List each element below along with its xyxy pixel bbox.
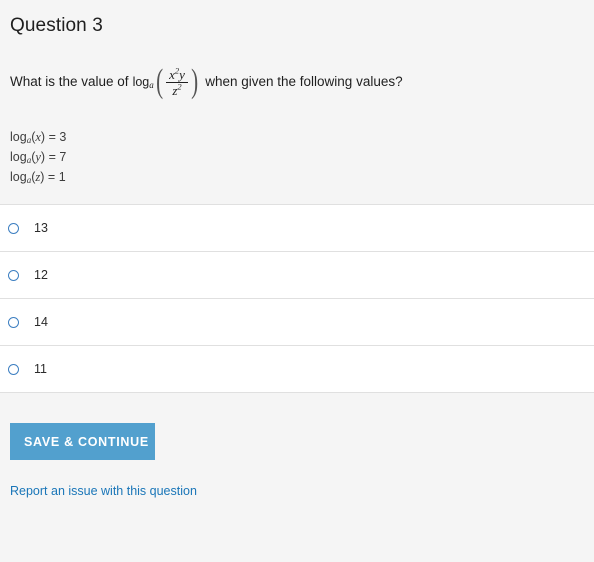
numerator-var-y: y xyxy=(179,66,185,82)
answer-option-row[interactable]: 14 xyxy=(0,299,594,346)
answer-option-label: 12 xyxy=(34,268,48,282)
fraction-denominator: z2 xyxy=(169,81,184,97)
close-paren: ) xyxy=(191,62,199,100)
radio-button-icon[interactable] xyxy=(8,269,19,281)
given-log-base-0: a xyxy=(26,135,32,145)
answer-option-row[interactable]: 11 xyxy=(0,346,594,393)
given-log-base-2: a xyxy=(26,175,32,185)
log-name: log xyxy=(132,74,150,89)
given-value-line: loga(z) = 1 xyxy=(10,168,594,188)
radio-button-icon[interactable] xyxy=(8,222,19,234)
given-log-base-1: a xyxy=(26,155,32,165)
answer-option-label: 13 xyxy=(34,221,48,235)
given-log-name-1: log xyxy=(10,150,27,164)
answer-options-list: 13 12 14 11 xyxy=(0,204,594,393)
given-value-line: loga(y) = 7 xyxy=(10,148,594,168)
logarithm-expression: log a ( x2y z2 ) xyxy=(132,62,201,100)
radio-button-icon[interactable] xyxy=(8,316,19,328)
prompt-suffix-text: when given the following values? xyxy=(205,74,403,89)
report-issue-link[interactable]: Report an issue with this question xyxy=(10,484,197,498)
given-result-2: 1 xyxy=(58,170,66,184)
save-and-continue-button[interactable]: SAVE & CONTINUE xyxy=(10,423,155,460)
answer-option-row[interactable]: 13 xyxy=(0,205,594,252)
given-equals-0: = xyxy=(48,130,56,144)
quiz-question-page: Question 3 What is the value of log a ( x… xyxy=(0,0,594,562)
given-value-line: loga(x) = 3 xyxy=(10,128,594,148)
given-close-paren-1: ) xyxy=(40,150,46,164)
denominator-exponent: 2 xyxy=(177,81,182,92)
question-prompt: What is the value of log a ( x2y z2 ) whe… xyxy=(0,38,594,102)
answer-option-row[interactable]: 12 xyxy=(0,252,594,299)
given-equals-2: = xyxy=(47,170,56,184)
answer-option-label: 11 xyxy=(34,362,47,376)
radio-button-icon[interactable] xyxy=(8,363,19,375)
answer-option-label: 14 xyxy=(34,315,48,329)
log-base: a xyxy=(149,80,154,91)
open-paren: ( xyxy=(155,62,163,100)
given-log-name-0: log xyxy=(10,130,27,144)
given-result-0: 3 xyxy=(59,130,67,144)
given-close-paren-2: ) xyxy=(40,170,45,184)
log-function-label: log a xyxy=(132,74,154,91)
question-header: Question 3 What is the value of log a ( x… xyxy=(0,0,594,188)
given-equals-1: = xyxy=(48,150,56,164)
given-close-paren-0: ) xyxy=(40,130,46,144)
given-log-name-2: log xyxy=(10,170,27,184)
given-result-1: 7 xyxy=(59,150,67,164)
prompt-prefix-text: What is the value of xyxy=(10,74,129,89)
fraction-numerator: x2y xyxy=(166,66,188,82)
given-values-block: loga(x) = 3 loga(y) = 7 loga(z) = 1 xyxy=(0,102,594,188)
question-footer: SAVE & CONTINUE Report an issue with thi… xyxy=(0,393,594,500)
fraction: x2y z2 xyxy=(166,66,188,97)
page-title: Question 3 xyxy=(10,15,103,36)
